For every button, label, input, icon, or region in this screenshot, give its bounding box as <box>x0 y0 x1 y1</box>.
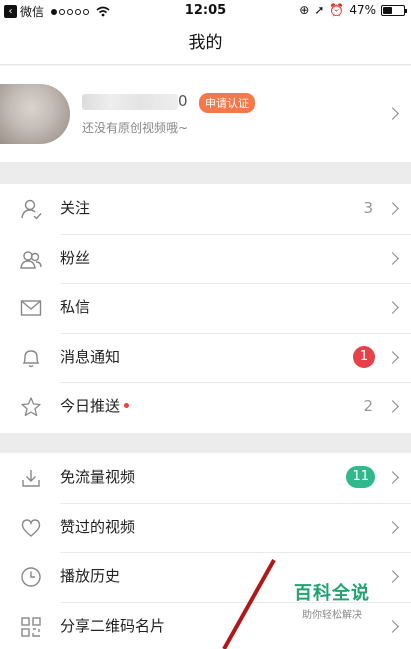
menu-label: 粉丝 <box>60 248 91 267</box>
menu-label: 私信 <box>60 298 91 317</box>
menu-label: 今日推送 <box>60 382 130 431</box>
username-tail: 0 <box>178 92 189 110</box>
page-title: 我的 <box>188 33 223 53</box>
menu-label: 播放历史 <box>60 567 121 586</box>
chevron-right-icon <box>386 202 399 215</box>
chevron-right-icon <box>386 619 399 633</box>
unread-dot <box>124 402 130 408</box>
menu-item-fans[interactable]: 粉丝 <box>0 233 411 284</box>
battery-percent: 47% <box>349 3 376 17</box>
daily-push-count: 2 <box>363 397 373 416</box>
user-follow-icon <box>20 198 42 220</box>
notification-count-badge: 1 <box>353 345 375 368</box>
menu-label: 关注 <box>60 199 91 217</box>
section-divider <box>0 433 411 453</box>
location-icon: ➚ <box>314 3 325 17</box>
chevron-right-icon <box>386 400 399 414</box>
chevron-right-icon <box>386 251 399 265</box>
watermark: 百科全说 助你轻松解决 <box>294 579 370 621</box>
rotation-lock-icon: ⊕ <box>299 3 310 17</box>
apply-certification-badge[interactable]: 申请认证 <box>199 93 255 113</box>
chevron-right-icon <box>386 520 399 534</box>
qrcode-icon <box>20 616 42 638</box>
chevron-right-icon <box>386 301 399 315</box>
mail-icon <box>20 297 42 319</box>
menu-label: 免流量视频 <box>60 468 136 486</box>
bell-icon <box>20 347 42 369</box>
menu-item-messages[interactable]: 私信 <box>0 283 411 333</box>
menu-item-following[interactable]: 关注 3 <box>0 184 411 234</box>
nav-bar: 我的 <box>0 22 411 65</box>
username-redacted <box>82 93 178 110</box>
chevron-right-icon <box>386 107 399 120</box>
menu-label: 消息通知 <box>60 347 121 366</box>
menu-item-daily-push[interactable]: 今日推送 2 <box>0 382 411 432</box>
alarm-icon: ⏰ <box>329 3 345 17</box>
avatar[interactable] <box>0 84 70 144</box>
watermark-subtitle: 助你轻松解决 <box>302 610 362 621</box>
menu-group-social: 关注 3 粉丝 私信 消息通知 1 今日推送 2 <box>0 184 411 433</box>
menu-item-notifications[interactable]: 消息通知 1 <box>0 332 411 383</box>
battery-icon <box>381 4 407 16</box>
clock-icon <box>20 566 42 588</box>
section-divider <box>0 162 411 184</box>
download-icon <box>20 467 42 489</box>
following-count: 3 <box>363 199 373 217</box>
menu-item-free-data-video[interactable]: 免流量视频 11 <box>0 453 411 503</box>
status-bar: ‹ 微信 12:05 ⊕ ➚ ⏰ 47% <box>0 0 411 22</box>
menu-item-liked-videos[interactable]: 赞过的视频 <box>0 502 411 553</box>
profile-subtitle: 还没有原创视频哦~ <box>82 121 189 135</box>
status-right: ⊕ ➚ ⏰ 47% <box>299 3 407 17</box>
heart-icon <box>20 517 42 539</box>
watermark-title: 百科全说 <box>294 583 370 604</box>
fans-icon <box>20 248 42 270</box>
star-icon <box>20 396 42 418</box>
menu-label: 赞过的视频 <box>60 517 136 536</box>
chevron-right-icon <box>386 471 399 484</box>
username: 0 <box>82 92 189 110</box>
free-video-count-badge: 11 <box>346 466 375 488</box>
chevron-right-icon <box>386 350 399 364</box>
chevron-right-icon <box>386 570 399 584</box>
profile-header[interactable]: 0 申请认证 还没有原创视频哦~ <box>0 66 411 162</box>
menu-label: 分享二维码名片 <box>60 616 166 635</box>
